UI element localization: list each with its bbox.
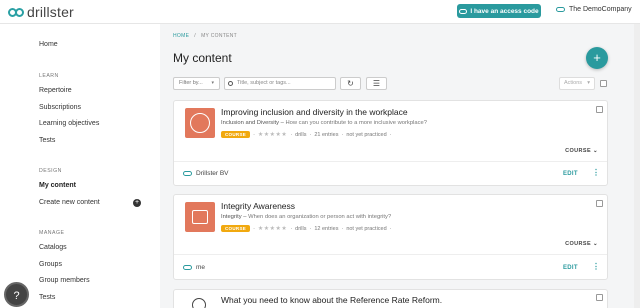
add-content-button[interactable]: + (586, 47, 608, 69)
card-owner: me (183, 264, 205, 271)
card-subtitle: Integrity – When does an organization or… (221, 214, 392, 220)
select-all-checkbox[interactable] (600, 80, 607, 87)
chevron-down-icon: ⌄ (592, 241, 598, 247)
course-expand-toggle[interactable]: COURSE ⌄ (565, 241, 598, 247)
card-title[interactable]: Integrity Awareness (221, 201, 295, 211)
card-status: not yet practiced (346, 225, 387, 232)
caret-down-icon: ▾ (211, 80, 214, 86)
list-view-icon: ☰ (372, 79, 381, 88)
sidebar-item-repertoire[interactable]: Repertoire (39, 87, 72, 94)
card-checkbox[interactable] (596, 200, 603, 207)
card-divider (174, 161, 607, 162)
course-expand-toggle[interactable]: COURSE ⌄ (565, 148, 598, 154)
page-scrollbar[interactable] (634, 24, 640, 308)
drillster-logo[interactable]: drillster (8, 4, 74, 20)
chevron-down-icon: ⌄ (592, 148, 598, 154)
content-card[interactable]: Integrity Awareness Integrity – When doe… (173, 194, 608, 280)
actions-dropdown[interactable]: Actions ▾ (559, 77, 595, 90)
brand-name: drillster (27, 4, 74, 20)
filter-dropdown[interactable]: Filter by... ▾ (173, 77, 220, 90)
caret-down-icon: ▾ (587, 80, 590, 86)
page-title: My content (173, 51, 232, 65)
access-code-label: I have an access code (470, 7, 539, 15)
breadcrumb-current: MY CONTENT (201, 33, 238, 39)
rating-stars-icon: ★★★★★ (257, 226, 288, 232)
course-toggle-label: COURSE (565, 148, 592, 154)
breadcrumb-home[interactable]: HOME (173, 33, 189, 39)
sidebar-item-catalogs[interactable]: Catalogs (39, 244, 67, 251)
sidebar-heading-design: DESIGN (39, 168, 62, 174)
reference-rate-thumbnail-icon (192, 298, 206, 308)
sidebar-item-create-new-content[interactable]: Create new content (39, 199, 100, 206)
refresh-icon: ↻ (347, 79, 354, 88)
link-icon (183, 265, 192, 270)
search-input[interactable]: Title, subject or tags... (224, 77, 336, 90)
breadcrumb-separator: / (194, 33, 196, 39)
card-drills: drills (295, 225, 307, 232)
card-entries: 12 entries (314, 225, 339, 232)
card-checkbox[interactable] (596, 294, 603, 301)
card-divider (174, 254, 607, 255)
search-placeholder: Title, subject or tags... (237, 80, 291, 86)
course-badge: COURSE (221, 131, 251, 138)
more-options-icon[interactable]: ⋮ (592, 262, 600, 271)
course-toggle-label: COURSE (565, 241, 592, 247)
card-checkbox[interactable] (596, 106, 603, 113)
inclusion-thumbnail-icon (185, 108, 215, 138)
link-icon (459, 8, 468, 14)
company-name: The DemoCompany (569, 6, 632, 13)
breadcrumb: HOME / MY CONTENT (173, 33, 237, 39)
sidebar-item-learning-objectives[interactable]: Learning objectives (39, 120, 99, 127)
more-options-icon[interactable]: ⋮ (592, 168, 600, 177)
sidebar-item-groups[interactable]: Groups (39, 261, 62, 268)
sidebar-item-tests[interactable]: Tests (39, 137, 55, 144)
rating-stars-icon: ★★★★★ (257, 132, 288, 138)
top-bar: drillster I have an access code The Demo… (0, 0, 640, 24)
sidebar-item-group-members[interactable]: Group members (39, 277, 90, 284)
search-icon (228, 81, 233, 86)
sidebar-item-subscriptions[interactable]: Subscriptions (39, 104, 81, 111)
link-icon (183, 171, 192, 176)
card-subject: Integrity (221, 214, 242, 220)
card-entries: 21 entries (314, 131, 339, 138)
owner-name: Drillster BV (196, 170, 229, 177)
sidebar-item-home[interactable]: Home (39, 41, 58, 48)
list-view-button[interactable]: ☰ (366, 77, 387, 90)
course-badge: COURSE (221, 225, 251, 232)
edit-button[interactable]: EDIT (563, 171, 578, 177)
access-code-button[interactable]: I have an access code (457, 4, 541, 18)
edit-button[interactable]: EDIT (563, 265, 578, 271)
sidebar: Home LEARN Repertoire Subscriptions Lear… (0, 24, 160, 308)
sidebar-item-tests-manage[interactable]: Tests (39, 294, 55, 301)
card-drills: drills (295, 131, 307, 138)
content-card[interactable]: Improving inclusion and diversity in the… (173, 100, 608, 186)
card-question: How can you contribute to a more inclusi… (285, 120, 427, 126)
content-card[interactable]: What you need to know about the Referenc… (173, 289, 608, 308)
sidebar-heading-learn: LEARN (39, 73, 59, 79)
actions-label: Actions (564, 80, 583, 86)
card-subtitle: Inclusion and Diversity – How can you co… (221, 120, 427, 126)
drillster-logo-icon (8, 7, 24, 17)
sidebar-heading-manage: MANAGE (39, 230, 65, 236)
refresh-button[interactable]: ↻ (340, 77, 361, 90)
owner-name: me (196, 264, 206, 271)
card-owner: Drillster BV (183, 170, 229, 177)
card-title[interactable]: Improving inclusion and diversity in the… (221, 107, 408, 117)
card-meta: COURSE · ★★★★★ · drills · 12 entries · n… (221, 225, 392, 232)
integrity-thumbnail-icon (185, 202, 215, 232)
filter-label: Filter by... (179, 80, 203, 86)
card-question: When does an organization or person act … (248, 214, 392, 220)
add-content-icon[interactable]: + (133, 199, 141, 207)
sidebar-item-my-content[interactable]: My content (39, 182, 76, 189)
help-button[interactable]: ? (4, 282, 29, 307)
card-subject: Inclusion and Diversity (221, 120, 279, 126)
link-icon (556, 7, 565, 12)
card-status: not yet practiced (346, 131, 387, 138)
company-menu[interactable]: The DemoCompany (556, 6, 632, 13)
card-meta: COURSE · ★★★★★ · drills · 21 entries · n… (221, 131, 392, 138)
card-title[interactable]: What you need to know about the Referenc… (221, 295, 442, 305)
